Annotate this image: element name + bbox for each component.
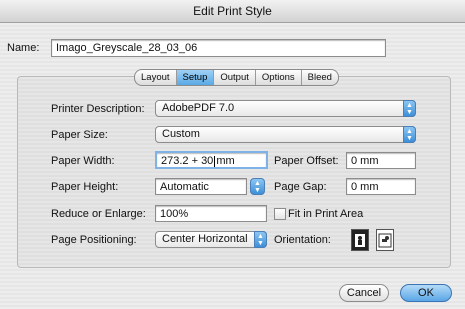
paper-height-stepper[interactable]: ▲ ▼: [250, 178, 265, 195]
ok-button[interactable]: OK: [400, 284, 452, 302]
paper-offset-field[interactable]: 0 mm: [346, 152, 416, 169]
paper-size-popup[interactable]: Custom ▲ ▼: [155, 126, 416, 143]
page-positioning-label: Page Positioning:: [51, 234, 137, 246]
page-positioning-popup[interactable]: Center Horizontal ▲ ▼: [155, 231, 267, 248]
paper-width-field[interactable]: 273.2 + 30 mm: [155, 151, 268, 169]
tab-options[interactable]: Options: [256, 70, 302, 85]
window-title: Edit Print Style: [0, 0, 465, 23]
portrait-orientation-icon[interactable]: [351, 229, 369, 251]
paper-width-unit: mm: [216, 155, 235, 167]
page-gap-label: Page Gap:: [274, 181, 327, 193]
tab-layout[interactable]: Layout: [135, 70, 177, 85]
printer-description-label: Printer Description:: [51, 103, 145, 115]
portrait-orientation-icon: [355, 234, 365, 247]
paper-width-value: 273.2 + 30: [161, 155, 214, 167]
landscape-orientation-icon[interactable]: [376, 229, 394, 251]
tab-bleed[interactable]: Bleed: [302, 70, 338, 85]
paper-width-label: Paper Width:: [51, 155, 115, 167]
paper-size-label: Paper Size:: [51, 129, 108, 141]
up-down-arrows-icon: ▲ ▼: [254, 231, 267, 248]
fit-in-print-area-label: Fit in Print Area: [288, 208, 364, 220]
paper-height-label: Paper Height:: [51, 181, 119, 193]
up-down-arrows-icon: ▲ ▼: [403, 126, 416, 143]
paper-size-value: Custom: [162, 128, 200, 140]
cancel-button[interactable]: Cancel: [339, 284, 389, 302]
reduce-enlarge-label: Reduce or Enlarge:: [51, 208, 146, 220]
tab-bar: Layout Setup Output Options Bleed: [134, 69, 339, 86]
name-label: Name:: [7, 42, 40, 54]
printer-description-value: AdobePDF 7.0: [162, 102, 235, 114]
tab-setup[interactable]: Setup: [176, 70, 215, 85]
tab-output[interactable]: Output: [214, 70, 256, 85]
paper-height-field[interactable]: Automatic: [155, 178, 247, 195]
fit-in-print-area-checkbox[interactable]: [274, 208, 286, 220]
orientation-label: Orientation:: [274, 234, 331, 246]
up-down-arrows-icon: ▲ ▼: [403, 100, 416, 117]
page-positioning-value: Center Horizontal: [162, 233, 248, 245]
name-field[interactable]: Imago_Greyscale_28_03_06: [51, 39, 386, 57]
paper-offset-label: Paper Offset:: [274, 155, 339, 167]
edit-print-style-dialog: Edit Print Style Name: Imago_Greyscale_2…: [0, 0, 465, 309]
printer-description-popup[interactable]: AdobePDF 7.0 ▲ ▼: [155, 100, 416, 117]
page-gap-field[interactable]: 0 mm: [346, 178, 416, 195]
landscape-orientation-icon: [378, 233, 392, 248]
reduce-enlarge-field[interactable]: 100%: [155, 205, 267, 222]
